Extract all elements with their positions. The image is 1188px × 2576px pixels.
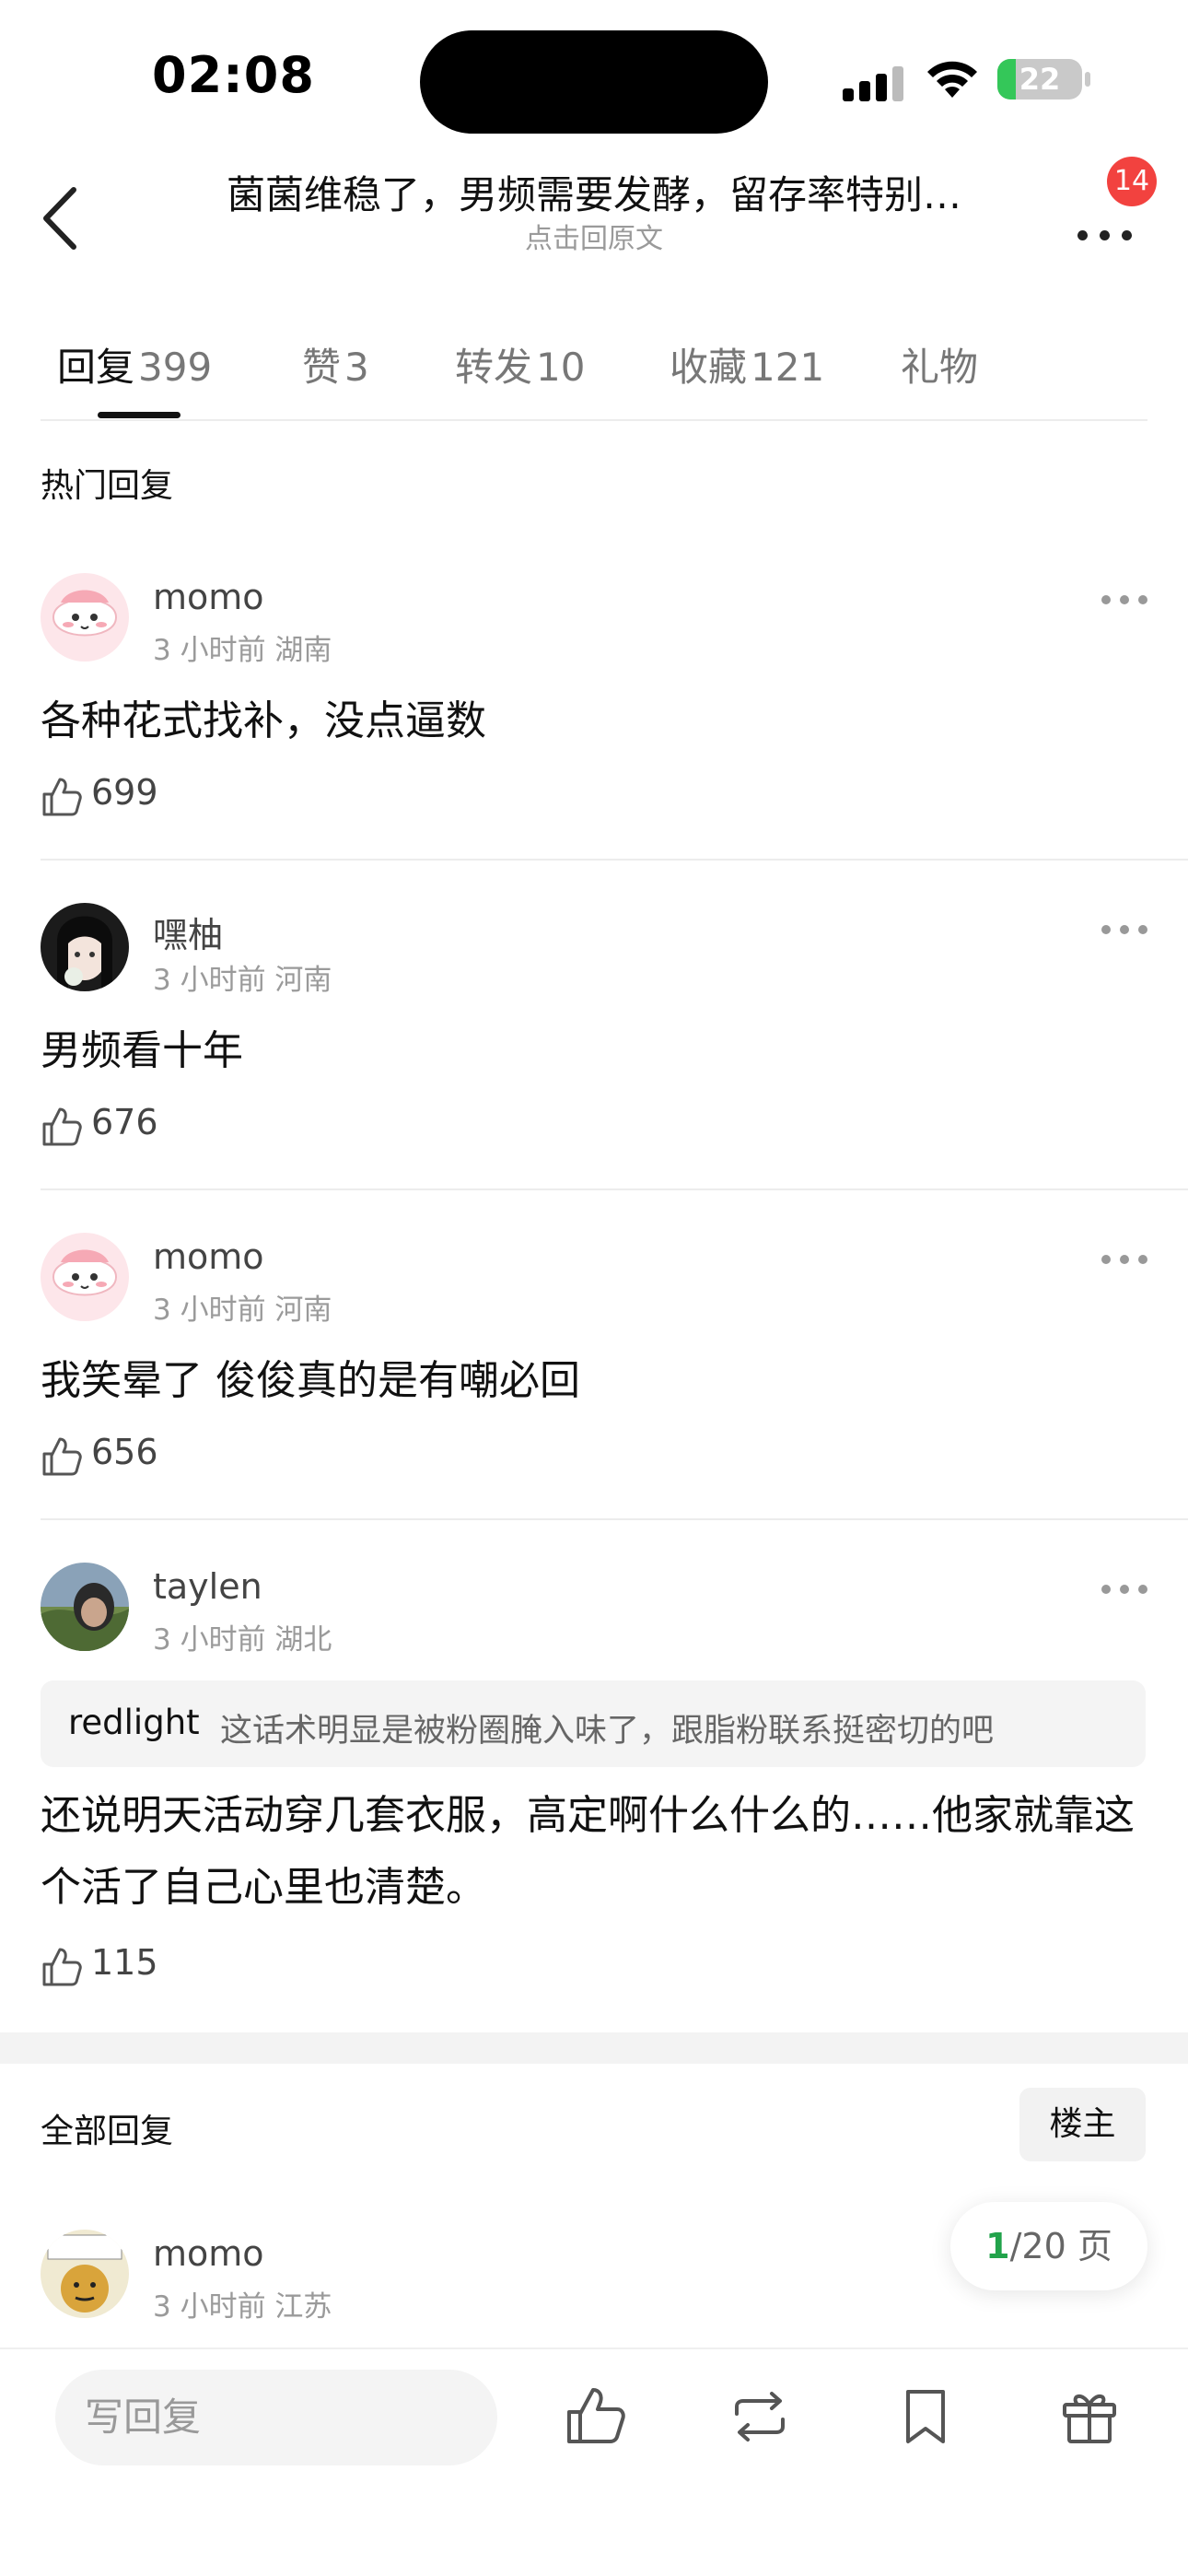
comment-more-icon[interactable] — [1101, 921, 1147, 940]
status-bar: 02:08 22 — [0, 0, 1188, 147]
battery-cap — [1085, 72, 1090, 87]
comment-text: 我笑晕了 俊俊真的是有嘲必回 — [41, 1357, 580, 1404]
like-count: 115 — [91, 1942, 158, 1983]
bottom-action-bar: 写回复 — [0, 2348, 1188, 2576]
comment-text: 各种花式找补，没点逼数 — [41, 697, 486, 744]
page-indicator[interactable]: 1/20 页 — [950, 2202, 1147, 2290]
comment-meta: 3 小时前 河南 — [153, 1294, 332, 1327]
like-post-icon[interactable] — [564, 2384, 628, 2449]
hot-replies-heading: 热门回复 — [41, 467, 174, 505]
gift-icon[interactable] — [1057, 2384, 1122, 2449]
comment-meta: 3 小时前 湖南 — [153, 634, 332, 667]
comment-meta: 3 小时前 河南 — [153, 964, 332, 997]
comment-more-icon[interactable] — [1101, 1581, 1147, 1599]
current-page: 1 — [985, 2226, 1010, 2266]
tab-replies[interactable]: 回复399 — [57, 336, 212, 392]
quoted-username: redlight — [68, 1703, 200, 1742]
notification-badge: 14 — [1107, 157, 1157, 206]
comment-more-icon[interactable] — [1101, 591, 1147, 610]
like-count: 656 — [91, 1432, 158, 1472]
tab-reposts[interactable]: 转发10 — [455, 336, 585, 392]
thumbs-up-icon — [42, 1948, 82, 1986]
back-arrow-icon[interactable] — [37, 177, 92, 260]
comment-username[interactable]: momo — [153, 2233, 264, 2274]
reply-input[interactable]: 写回复 — [55, 2370, 497, 2465]
nav-header: 菌菌维稳了，男频需要发酵，留存率特别… 点击回原文 14 — [0, 157, 1188, 276]
landscape-avatar[interactable] — [41, 1563, 129, 1651]
comment-divider — [41, 1188, 1188, 1190]
section-separator — [0, 2032, 1188, 2064]
comment-text: 男频看十年 — [41, 1027, 243, 1074]
thumbs-up-icon — [42, 778, 82, 816]
quoted-reply[interactable]: redlight 这话术明显是被粉圈腌入味了，跟脂粉联系挺密切的吧 — [41, 1680, 1146, 1767]
thumbs-up-icon — [42, 1107, 82, 1146]
pink-blob-avatar[interactable] — [41, 1233, 129, 1321]
all-replies-heading: 全部回复 — [41, 2113, 174, 2150]
cellular-signal-icon — [843, 64, 907, 101]
owner-only-filter-button[interactable]: 楼主 — [1019, 2088, 1146, 2161]
thumbs-up-icon — [42, 1437, 82, 1476]
battery-icon: 22 — [997, 59, 1082, 100]
comment-meta: 3 小时前 湖北 — [153, 1623, 332, 1657]
repost-icon[interactable] — [728, 2384, 792, 2449]
back-to-original-link[interactable]: 点击回原文 — [184, 216, 1004, 256]
comment-username[interactable]: taylen — [153, 1566, 262, 1607]
wifi-icon — [927, 61, 977, 98]
comment-more-icon[interactable] — [1101, 1251, 1147, 1270]
dynamic-island — [420, 30, 768, 134]
tab-favorites[interactable]: 收藏121 — [670, 336, 824, 392]
like-count: 699 — [91, 772, 158, 813]
comment-divider — [41, 1518, 1188, 1520]
post-title[interactable]: 菌菌维稳了，男频需要发酵，留存率特别… — [184, 164, 1004, 220]
like-count: 676 — [91, 1102, 158, 1142]
comment-username[interactable]: momo — [153, 1236, 264, 1277]
comment-username[interactable]: 嘿柚 — [153, 907, 223, 957]
battery-level-text: 22 — [1019, 62, 1061, 97]
tab-divider — [41, 419, 1147, 421]
anime-girl-avatar[interactable] — [41, 903, 129, 991]
pink-blob-avatar[interactable] — [41, 573, 129, 662]
meme-avatar[interactable] — [41, 2230, 129, 2318]
bookmark-icon[interactable] — [893, 2384, 958, 2449]
tab-gifts[interactable]: 礼物 — [901, 336, 978, 392]
page-total: /20 页 — [1009, 2226, 1112, 2266]
comment-divider — [41, 859, 1188, 861]
tab-likes[interactable]: 赞3 — [302, 336, 369, 392]
comment-meta: 3 小时前 江苏 — [153, 2290, 332, 2324]
status-time: 02:08 — [152, 46, 315, 104]
comment-text: 还说明天活动穿几套衣服，高定啊什么什么的……他家就靠这个活了自己心里也清楚。 — [41, 1792, 1135, 1911]
active-tab-indicator — [98, 412, 181, 418]
tab-bar: 回复399 赞3 转发10 收藏121 礼物 — [0, 327, 1188, 419]
comment-username[interactable]: momo — [153, 577, 264, 617]
quoted-text: 这话术明显是被粉圈腌入味了，跟脂粉联系挺密切的吧 — [220, 1713, 995, 1750]
